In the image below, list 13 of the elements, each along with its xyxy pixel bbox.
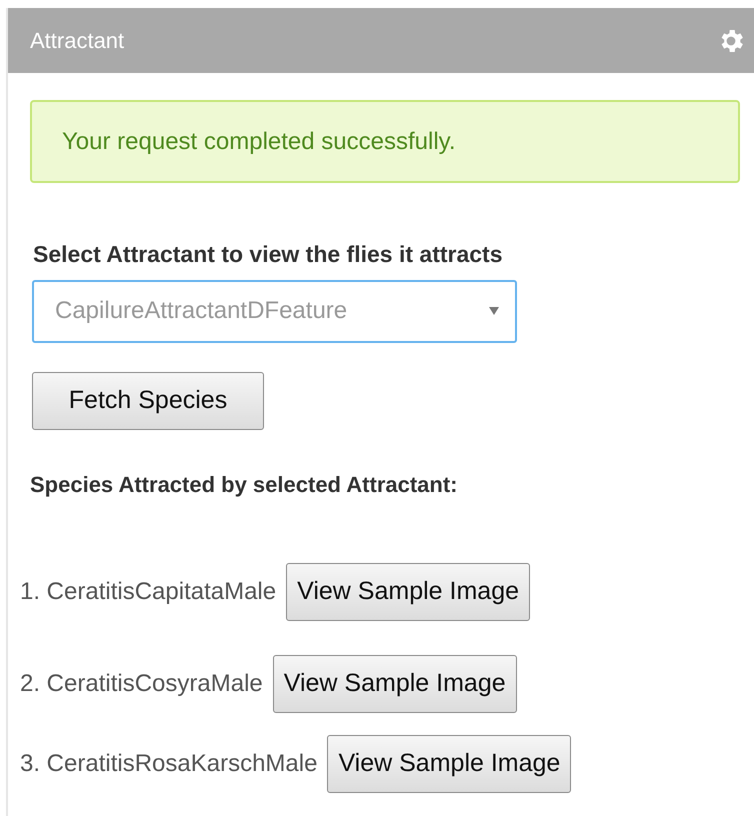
species-heading: Species Attracted by selected Attractant: [30,470,459,499]
species-name: 3. CeratitisRosaKarschMale [20,748,318,778]
species-name: 2. CeratitisCosyraMale [20,668,263,698]
select-value: CapilureAttractantDFeature [55,296,348,326]
panel-title: Attractant [30,27,124,55]
species-name: 1. CeratitisCapitataMale [20,576,276,606]
view-sample-image-button[interactable]: View Sample Image [272,654,517,712]
fetch-species-button[interactable]: Fetch Species [32,372,264,430]
select-label: Select Attractant to view the flies it attracts [33,240,504,269]
dropdown-arrow-icon [489,307,499,315]
view-sample-image-button[interactable]: View Sample Image [286,562,530,620]
alert-message: Your request completed successfully. [62,126,456,156]
view-sample-image-button[interactable]: View Sample Image [327,734,572,792]
